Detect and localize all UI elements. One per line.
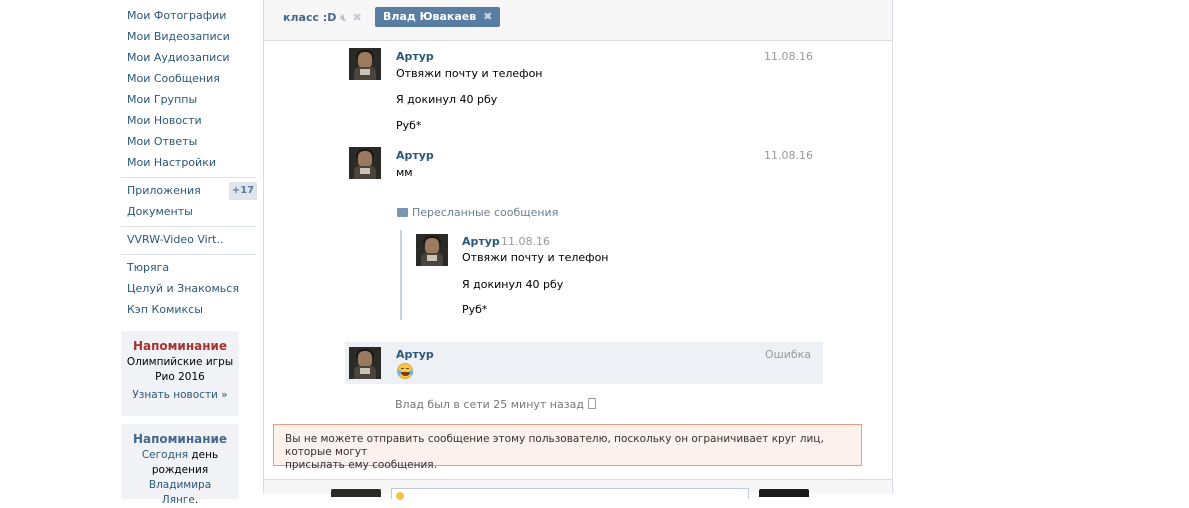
sidebar-item-settings[interactable]: Мои Настройки [127, 154, 216, 172]
sidebar-item-answers[interactable]: Мои Ответы [127, 133, 197, 151]
face-with-tears-of-joy-icon [397, 363, 413, 379]
avatar[interactable] [349, 147, 381, 179]
forwarded-text: Руб* [462, 303, 488, 316]
reminder-text: Олимпийские игры [126, 356, 234, 368]
reminder-text: день [191, 449, 219, 461]
message-text: мм [396, 166, 413, 179]
close-icon[interactable]: ✖ [483, 10, 492, 23]
sidebar-item-group-1[interactable]: Тюряга [127, 259, 169, 277]
reminder-title: Напоминание [132, 432, 228, 446]
forwarded-label: Пересланные сообщения [412, 206, 559, 219]
sidebar-item-audio[interactable]: Мои Аудиозаписи [127, 49, 230, 67]
avatar[interactable] [349, 347, 381, 379]
message-date[interactable]: 11.08.16 [764, 50, 813, 63]
message-author[interactable]: Артур [396, 50, 434, 63]
recipient-avatar[interactable] [759, 489, 809, 497]
reminder-birthday: Напоминание Сегодня день рождения Владим… [121, 424, 239, 506]
sidebar-item-documents[interactable]: Документы [127, 203, 193, 221]
reminder-title: Напоминание [132, 339, 228, 353]
forwarded-author[interactable]: Артур [462, 235, 500, 248]
sidebar-item-group-2[interactable]: Целуй и Знакомься [127, 280, 239, 298]
speaker-mute-icon: 🔇︎ [340, 13, 347, 24]
warning-text: присылать ему сообщения. [285, 459, 437, 471]
sidebar-item-news[interactable]: Мои Новости [127, 112, 202, 130]
sidebar-item-pinned-app[interactable]: VVRW-Video Virt.. [127, 231, 224, 249]
reminder-text: . [194, 494, 199, 506]
forwarded-text: Отвяжи почту и телефон [462, 251, 609, 264]
message-input[interactable] [391, 488, 749, 499]
menu-divider [121, 177, 256, 178]
apps-count-badge[interactable]: +17 [229, 182, 257, 200]
sidebar-item-messages[interactable]: Мои Сообщения [127, 70, 220, 88]
avatar[interactable] [416, 234, 448, 266]
forwarded-date[interactable]: 11.08.16 [501, 235, 550, 248]
sidebar-item-apps[interactable]: Приложения [127, 182, 201, 200]
mobile-phone-icon [587, 398, 596, 409]
avatar[interactable] [349, 48, 381, 80]
dialog-panel: класс :D 🔇︎ ✖ Влад Ювакаев ✖ Артур 11.08.16… [263, 0, 893, 500]
message-error-status[interactable]: Ошибка [765, 348, 811, 361]
left-sidebar: Мои Фотографии Мои Видеозаписи Мои Аудио… [0, 0, 262, 506]
online-status: Влад был в сети 25 минут назад [395, 398, 596, 411]
birthday-person-link[interactable]: Лянге [162, 494, 195, 506]
reminder-text: Рио 2016 [155, 371, 205, 383]
reminder-news-link[interactable]: Узнать новости » [121, 388, 239, 403]
dialog-tabs: класс :D 🔇︎ ✖ Влад Ювакаев ✖ [264, 0, 892, 41]
forwarded-quote-bar [400, 230, 402, 320]
tab-active-dialog[interactable]: Влад Ювакаев ✖ [375, 7, 501, 27]
message-text: Я докинул 40 рбу [396, 93, 498, 106]
sidebar-item-group-3[interactable]: Кэп Комиксы [127, 301, 203, 319]
tab-label: класс :D [283, 11, 337, 24]
birthday-person-link[interactable]: Владимира [149, 479, 211, 491]
forwarded-text: Я докинул 40 рбу [462, 278, 564, 291]
my-avatar[interactable] [331, 489, 381, 497]
forwarded-header: Пересланные сообщения [397, 206, 558, 219]
message-text: Отвяжи почту и телефон [396, 67, 543, 80]
speech-bubble-icon [397, 208, 408, 217]
today-link[interactable]: Сегодня [142, 449, 188, 461]
online-status-text: Влад был в сети 25 минут назад [395, 398, 584, 411]
sidebar-item-videos[interactable]: Мои Видеозаписи [127, 28, 230, 46]
menu-divider [121, 254, 256, 255]
message-composer [264, 479, 892, 500]
message-author[interactable]: Артур [396, 348, 434, 361]
close-icon[interactable]: ✖ [353, 11, 362, 24]
smiley-icon[interactable] [396, 492, 404, 500]
message-author[interactable]: Артур [396, 149, 434, 162]
menu-divider [121, 226, 256, 227]
reminder-text: рождения [151, 464, 209, 476]
message-date[interactable]: 11.08.16 [764, 149, 813, 162]
reminder-olympics: Напоминание Олимпийские игры Рио 2016 Уз… [121, 331, 239, 416]
message-text: Руб* [396, 119, 422, 132]
sidebar-item-photos[interactable]: Мои Фотографии [127, 7, 226, 25]
warning-text: Вы не можете отправить сообщение этому п… [285, 433, 824, 458]
tab-label: Влад Ювакаев [383, 10, 477, 23]
privacy-warning: Вы не можете отправить сообщение этому п… [273, 424, 862, 471]
tab-class-chat[interactable]: класс :D 🔇︎ ✖ [283, 9, 362, 27]
sidebar-item-groups[interactable]: Мои Группы [127, 91, 197, 109]
